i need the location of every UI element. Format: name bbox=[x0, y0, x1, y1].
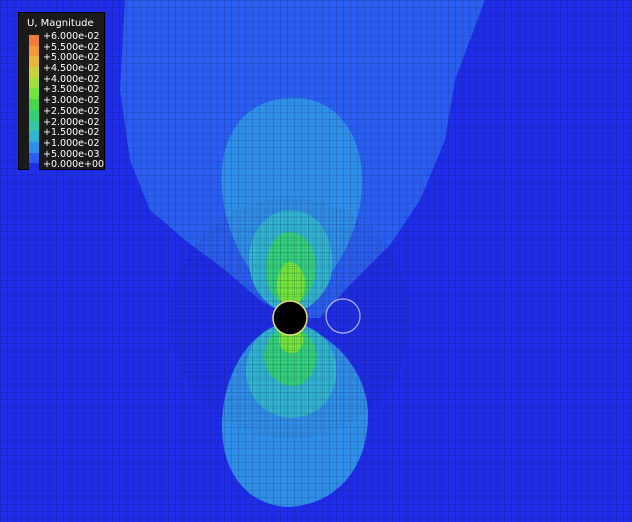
legend-swatch bbox=[29, 99, 39, 110]
legend-swatch bbox=[29, 77, 39, 89]
legend-swatch bbox=[29, 120, 39, 132]
tunnel-opening[interactable] bbox=[272, 300, 308, 336]
legend-swatch bbox=[29, 45, 39, 57]
legend-entry: +0.000e+00 bbox=[29, 159, 104, 174]
legend-label: +0.000e+00 bbox=[43, 159, 105, 171]
legend-swatch bbox=[29, 88, 39, 100]
legend-label: +1.500e-02 bbox=[43, 127, 100, 139]
legend-rows: +6.000e-02 +5.500e-02 +5.000e-02 +4.500e… bbox=[29, 31, 104, 174]
legend-label: +4.500e-02 bbox=[43, 63, 100, 75]
legend-swatch bbox=[29, 163, 39, 174]
legend-label: +2.500e-02 bbox=[43, 105, 100, 117]
legend-label: +3.500e-02 bbox=[43, 84, 100, 96]
legend-swatch bbox=[29, 152, 39, 164]
legend-label: +6.000e-02 bbox=[43, 31, 100, 42]
legend-swatch bbox=[29, 35, 39, 46]
legend-swatch bbox=[29, 131, 39, 142]
legend-swatch bbox=[29, 67, 39, 78]
legend-label: +3.000e-02 bbox=[43, 95, 100, 107]
legend-label: +1.000e-02 bbox=[43, 137, 100, 149]
legend-label: +2.000e-02 bbox=[43, 116, 100, 128]
legend-swatch bbox=[29, 56, 39, 68]
legend-label: +5.000e-03 bbox=[43, 148, 100, 160]
contour-legend: U, Magnitude +6.000e-02 +5.500e-02 +5.00… bbox=[18, 12, 105, 174]
legend-title: U, Magnitude bbox=[27, 18, 94, 29]
legend-swatch bbox=[29, 109, 39, 121]
legend-swatch bbox=[29, 141, 39, 153]
legend-label: +4.000e-02 bbox=[43, 73, 100, 85]
legend-label: +5.500e-02 bbox=[43, 41, 100, 53]
contour-viewport[interactable]: U, Magnitude +6.000e-02 +5.500e-02 +5.00… bbox=[0, 0, 632, 522]
legend-label: +5.000e-02 bbox=[43, 52, 100, 64]
